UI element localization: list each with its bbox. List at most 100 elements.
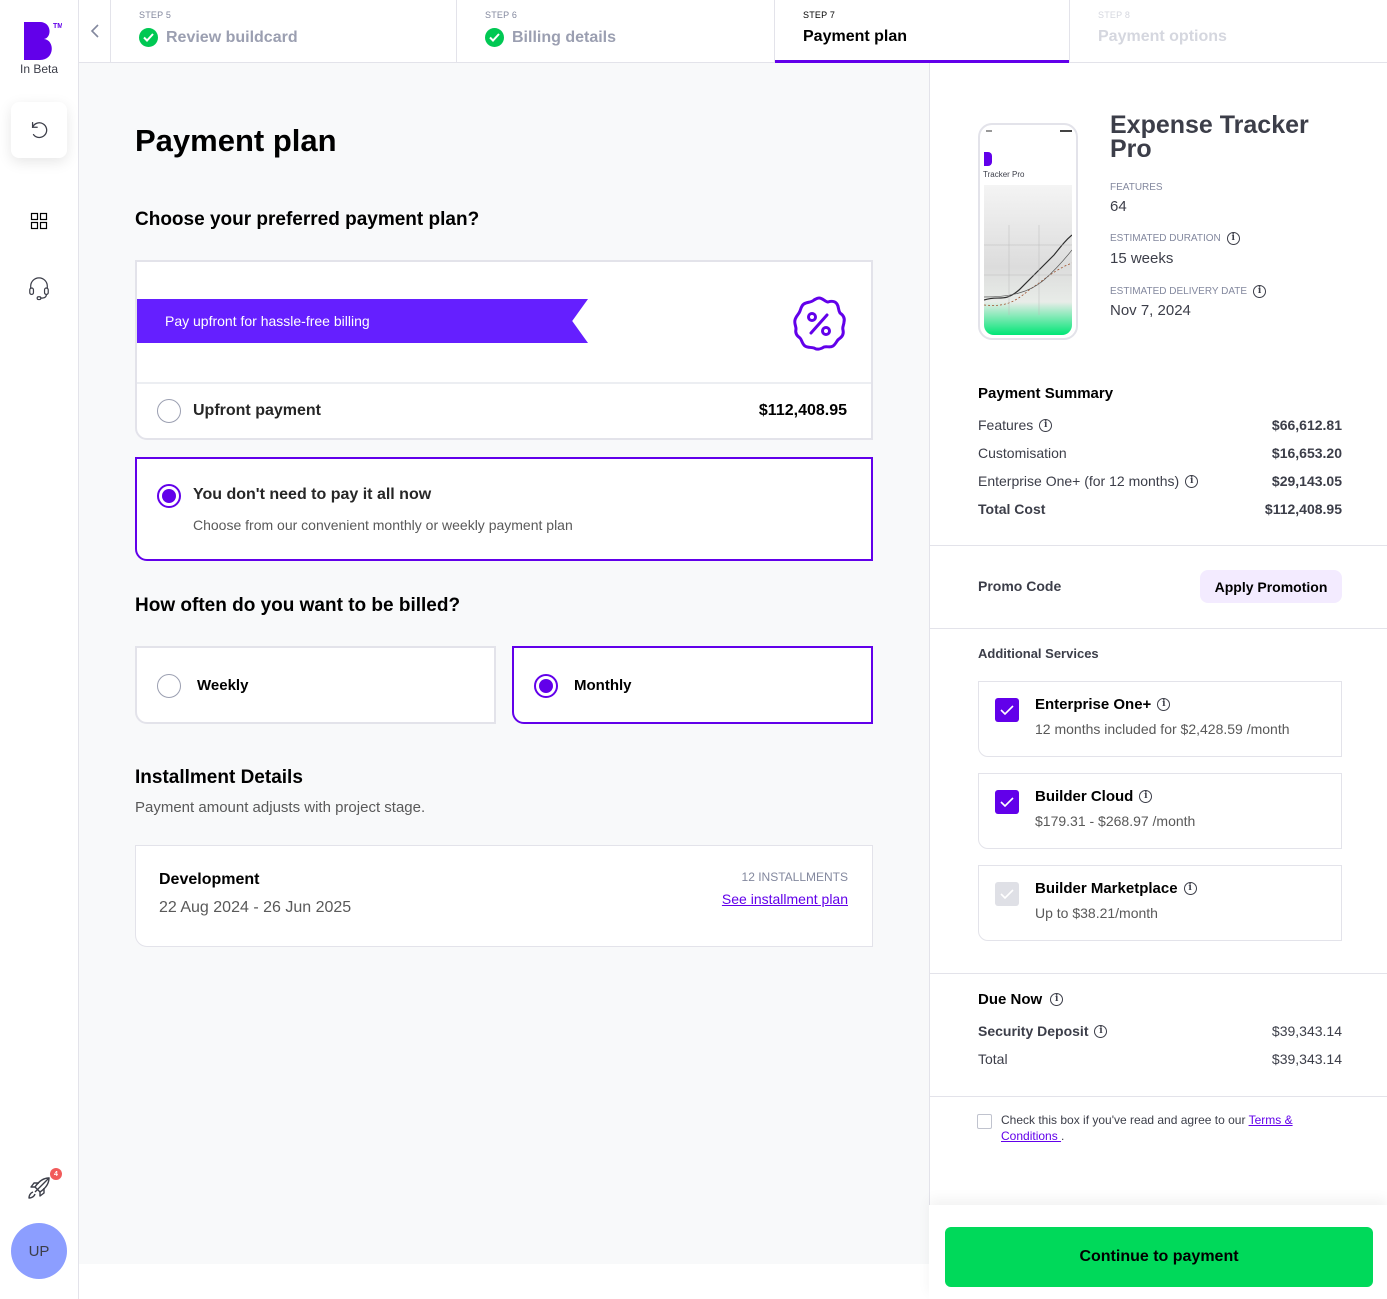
info-icon[interactable]: i <box>1039 418 1053 432</box>
rocket-icon[interactable] <box>26 1175 52 1201</box>
headset-icon <box>29 277 49 301</box>
terms-checkbox[interactable] <box>977 1114 992 1129</box>
service-checkbox[interactable] <box>995 790 1019 814</box>
continue-to-payment-button[interactable]: Continue to payment <box>945 1227 1373 1287</box>
service-builder-cloud[interactable]: Builder Cloud i $179.31 - $268.97 /month <box>978 773 1342 849</box>
builder-logo[interactable]: TM <box>22 20 62 62</box>
stepper-bar: STEP 5 Review buildcard STEP 6 Billing d… <box>79 0 1387 63</box>
see-installment-plan-link[interactable]: See installment plan <box>722 891 848 907</box>
step-label: Payment plan <box>803 28 908 45</box>
due-total-row: Total $39,343.14 <box>978 1051 1342 1067</box>
weekly-label: Weekly <box>197 677 249 694</box>
apply-promotion-button[interactable]: Apply Promotion <box>1200 570 1342 603</box>
support-button[interactable] <box>27 276 51 301</box>
step-number: STEP 5 <box>139 10 172 20</box>
discount-badge-icon <box>793 296 846 351</box>
service-description: Up to $38.21/month <box>1035 905 1158 921</box>
stage-name: Development <box>159 871 260 888</box>
stage-dates: 22 Aug 2024 - 26 Jun 2025 <box>159 899 352 916</box>
plan-question: Choose your preferred payment plan? <box>135 209 480 230</box>
info-icon[interactable]: i <box>1253 285 1267 298</box>
left-rail: TM In Beta 4 UP <box>0 0 79 1299</box>
grid-icon <box>30 212 48 230</box>
dashboard-button[interactable] <box>27 209 51 233</box>
delivery-label: ESTIMATED DELIVERY DATE i <box>1110 285 1267 298</box>
undo-button[interactable] <box>11 102 67 158</box>
section-divider <box>930 545 1387 546</box>
installment-details-subtitle: Payment amount adjusts with project stag… <box>135 799 426 816</box>
step-number: STEP 8 <box>1098 10 1131 20</box>
summary-row-enterprise: Enterprise One+ (for 12 months) i $29,143… <box>978 473 1342 489</box>
upfront-radio[interactable] <box>157 399 181 423</box>
step-billing-details[interactable]: STEP 6 Billing details <box>457 0 775 62</box>
card-divider <box>137 382 871 384</box>
info-icon[interactable]: i <box>1050 993 1064 1006</box>
main-footer-space <box>79 1264 929 1299</box>
phone-status-bar <box>986 130 1072 132</box>
upfront-price: $112,408.95 <box>758 402 847 419</box>
main-content: Payment plan Choose your preferred payme… <box>79 63 929 1264</box>
section-divider <box>930 973 1387 974</box>
summary-row-total: Total Cost $112,408.95 <box>978 501 1342 517</box>
upfront-payment-card[interactable]: Pay upfront for hassle-free billing Upfr… <box>135 260 873 440</box>
monthly-option[interactable]: Monthly <box>512 646 873 724</box>
beta-label: In Beta <box>19 62 59 76</box>
service-enterprise-one[interactable]: Enterprise One+ i 12 months included for … <box>978 681 1342 757</box>
app-preview-phone: Tracker Pro <box>978 123 1078 340</box>
features-label: FEATURES <box>1110 182 1163 193</box>
monthly-label: Monthly <box>574 677 632 694</box>
trademark: TM <box>53 23 62 30</box>
service-name: Builder Marketplace <box>1035 880 1178 897</box>
service-builder-marketplace[interactable]: Builder Marketplace i Up to $38.21/month <box>978 865 1342 941</box>
service-checkbox[interactable] <box>995 698 1019 722</box>
step-payment-plan[interactable]: STEP 7 Payment plan <box>775 0 1070 63</box>
monthly-radio[interactable] <box>534 674 558 698</box>
step-number: STEP 6 <box>485 10 518 20</box>
service-name: Enterprise One+ <box>1035 696 1152 713</box>
upfront-ribbon: Pay upfront for hassle-free billing <box>137 299 588 343</box>
upfront-label: Upfront payment <box>193 402 321 419</box>
security-deposit-row: Security Deposit i $39,343.14 <box>978 1023 1342 1039</box>
billing-question: How often do you want to be billed? <box>135 595 461 616</box>
info-icon[interactable]: i <box>1185 474 1199 488</box>
promo-code-label: Promo Code <box>978 578 1062 594</box>
weekly-option[interactable]: Weekly <box>135 646 496 724</box>
duration-value: 15 weeks <box>1110 250 1174 267</box>
installment-description: Choose from our convenient monthly or we… <box>193 517 573 533</box>
features-value: 64 <box>1110 198 1127 215</box>
page-title: Payment plan <box>135 123 337 158</box>
installment-count: 12 INSTALLMENTS <box>741 870 848 884</box>
step-number: STEP 7 <box>803 10 836 20</box>
step-label: Review buildcard <box>166 28 298 46</box>
step-review-buildcard[interactable]: STEP 5 Review buildcard <box>111 0 457 62</box>
user-avatar[interactable]: UP <box>11 1223 67 1279</box>
info-icon[interactable]: i <box>1157 698 1171 711</box>
delivery-value: Nov 7, 2024 <box>1110 302 1191 319</box>
product-name: Expense Tracker Pro <box>1110 111 1309 163</box>
weekly-radio[interactable] <box>157 674 181 698</box>
check-icon <box>1000 797 1014 807</box>
back-button[interactable] <box>79 0 111 62</box>
installment-radio[interactable] <box>157 484 181 508</box>
app-preview-image <box>984 185 1072 335</box>
service-description: $179.31 - $268.97 /month <box>1035 813 1196 829</box>
check-icon <box>1000 705 1014 715</box>
installment-stage-card: Development 22 Aug 2024 - 26 Jun 2025 12… <box>135 845 873 947</box>
info-icon[interactable]: i <box>1183 882 1197 895</box>
service-name: Builder Cloud <box>1035 788 1134 805</box>
check-icon <box>1000 889 1014 899</box>
info-icon[interactable]: i <box>1226 232 1240 245</box>
app-root: TM In Beta 4 UP STEP 5 Review buildcard … <box>0 0 1387 1299</box>
service-description: 12 months included for $2,428.59 /month <box>1035 721 1290 737</box>
chevron-left-icon <box>90 24 99 38</box>
installment-plan-card[interactable]: You don't need to pay it all now Choose … <box>135 457 873 561</box>
info-icon[interactable]: i <box>1094 1024 1108 1038</box>
notification-badge: 4 <box>50 1168 62 1180</box>
info-icon[interactable]: i <box>1139 790 1153 803</box>
service-checkbox[interactable] <box>995 882 1019 906</box>
phone-logo-icon <box>984 152 992 166</box>
check-circle-icon <box>139 28 158 47</box>
phone-app-title: Tracker Pro <box>983 170 1025 179</box>
installment-details-title: Installment Details <box>135 767 303 788</box>
due-now-title: Due Now i <box>978 991 1064 1008</box>
